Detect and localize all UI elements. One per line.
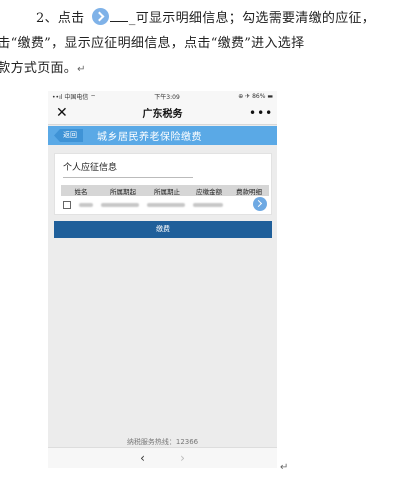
card-title: 个人应征信息 (63, 160, 193, 178)
carrier-signal: ••ıl 中国电信 ⌔ (52, 93, 96, 101)
table-row (61, 197, 269, 212)
return-mark: ↵ (280, 462, 289, 473)
redacted-period-end (147, 203, 185, 207)
row-checkbox[interactable] (63, 201, 71, 209)
nav-bar: ✕ 广东税务 ••• (48, 101, 277, 125)
column-header-amount: 应缴金额 (196, 187, 222, 196)
instruction-paragraph: 2、点击 _可显示明细信息；勾选需要清缴的应征， 点击“缴费”，显示应征明细信息，… (0, 6, 408, 82)
instruction-line1-start: 2、点击 (36, 11, 89, 26)
redacted-amount (193, 203, 223, 207)
phone-screenshot: ••ıl 中国电信 ⌔ 下午3:09 ⊕ ✈ 86% ▬ ✕ 广东税务 ••• … (48, 91, 277, 468)
back-arrow-icon[interactable]: ‹ (123, 451, 163, 465)
redacted-period-start (101, 203, 139, 207)
more-icon[interactable]: ••• (249, 106, 272, 120)
column-header-period-start: 所属期起 (110, 187, 136, 196)
redacted-name (79, 203, 93, 207)
page-title: 城乡居民养老保险缴费 (97, 132, 202, 143)
close-icon[interactable]: ✕ (56, 105, 76, 121)
chevron-right-icon (91, 8, 109, 25)
page-banner: 返回 城乡居民养老保险缴费 (48, 126, 277, 145)
forward-arrow-icon[interactable]: › (163, 451, 203, 465)
instruction-line3: 缴款方式页面。 (0, 61, 78, 76)
table-header: 姓名 所属期起 所属期止 应缴金额 费款明细 (61, 185, 269, 196)
nav-title: 广东税务 (142, 109, 183, 120)
info-card: 个人应征信息 姓名 所属期起 所属期止 应缴金额 费款明细 (54, 153, 272, 215)
chevron-right-icon[interactable] (253, 197, 267, 211)
column-header-period-end: 所属期止 (154, 187, 180, 196)
underline-blank (109, 12, 128, 22)
status-bar: ••ıl 中国电信 ⌔ 下午3:09 ⊕ ✈ 86% ▬ (48, 91, 277, 101)
battery-status: ⊕ ✈ 86% ▬ (238, 92, 273, 100)
status-time: 下午3:09 (154, 93, 180, 101)
back-button[interactable]: 返回 (54, 129, 83, 142)
instruction-line2: 点击“缴费”，显示应征明细信息，点击“缴费”进入选择 (0, 36, 305, 51)
service-hotline: 纳税服务热线：12366 (126, 438, 199, 446)
return-mark: ↵ (77, 64, 86, 75)
pay-button[interactable]: 缴费 (54, 221, 272, 238)
instruction-line1-end: _可显示明细信息；勾选需要清缴的应征， (128, 11, 376, 26)
browser-bottom-bar: ‹ › (48, 447, 277, 468)
column-header-detail: 费款明细 (236, 187, 262, 196)
column-header-name: 姓名 (74, 187, 88, 196)
